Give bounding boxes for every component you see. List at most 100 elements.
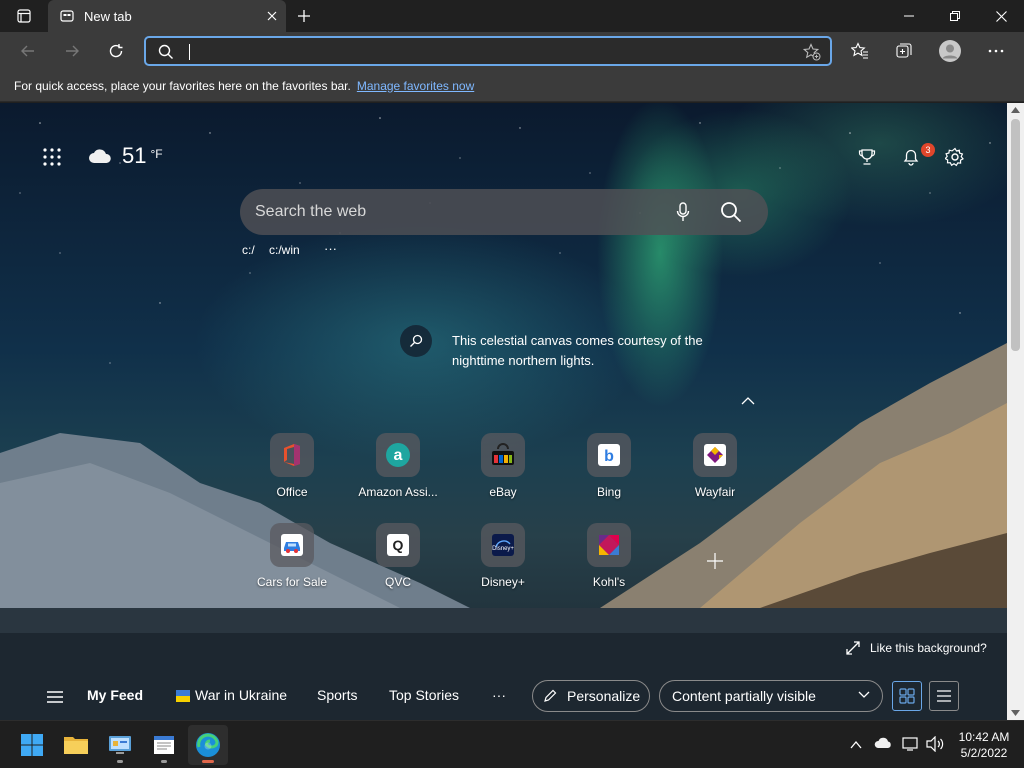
search-icon [721, 202, 742, 223]
tile-bing[interactable]: b Bing [564, 433, 654, 499]
wayfair-icon [693, 433, 737, 477]
favorites-button[interactable] [844, 35, 876, 67]
clock-time: 10:42 AM [958, 730, 1010, 744]
list-view-button[interactable] [929, 681, 959, 711]
notepad-button[interactable] [144, 725, 184, 765]
star-add-icon [803, 43, 821, 61]
page-settings-button[interactable] [939, 141, 971, 173]
tab-actions-button[interactable] [8, 0, 40, 32]
active-indicator [202, 760, 214, 763]
tile-kohls[interactable]: Kohl's [564, 523, 654, 589]
tab-new-tab[interactable]: New tab [48, 0, 286, 32]
close-tab-button[interactable] [258, 2, 286, 30]
add-favorite-button[interactable] [800, 40, 824, 64]
svg-text:Q: Q [393, 537, 404, 553]
tile-label: Wayfair [694, 485, 736, 499]
forward-button[interactable] [56, 35, 88, 67]
weather-temperature: 51 [122, 143, 147, 168]
tile-cars-for-sale[interactable]: Cars for Sale [247, 523, 337, 589]
background-info-button[interactable] [400, 325, 432, 357]
tile-qvc[interactable]: Q QVC [353, 523, 443, 589]
volume-icon[interactable] [926, 736, 944, 752]
like-background-button[interactable]: Like this background? [846, 641, 987, 655]
rewards-button[interactable] [851, 141, 883, 173]
control-panel-button[interactable] [100, 725, 140, 765]
browser-toolbar [0, 32, 1024, 70]
text-cursor [189, 44, 190, 60]
weather-unit: °F [150, 147, 163, 161]
address-input[interactable] [186, 41, 786, 61]
weather-widget[interactable]: 51 °F [88, 143, 163, 169]
content-visibility-dropdown[interactable]: Content partially visible [659, 680, 883, 712]
address-bar[interactable] [144, 36, 832, 66]
feed-tab-my-feed[interactable]: My Feed [87, 687, 143, 703]
personalize-button[interactable]: Personalize [532, 680, 650, 712]
display-icon[interactable] [902, 736, 918, 752]
minimize-button[interactable] [892, 0, 926, 32]
restore-button[interactable] [938, 0, 972, 32]
back-button[interactable] [12, 35, 44, 67]
plus-icon [298, 10, 310, 22]
svg-text:a: a [394, 447, 403, 464]
apps-launcher-button[interactable] [36, 141, 68, 173]
collections-button[interactable] [888, 35, 920, 67]
tile-label: Kohl's [592, 575, 626, 589]
search-icon [410, 334, 423, 347]
ukraine-flag-icon [176, 690, 190, 702]
close-window-button[interactable] [984, 0, 1018, 32]
feed-more-button[interactable]: ··· [492, 687, 506, 703]
feed-tab-top-stories[interactable]: Top Stories [389, 687, 459, 703]
scrollbar-thumb[interactable] [1011, 119, 1020, 351]
search-submit-button[interactable] [720, 201, 746, 223]
window-app-icon [154, 736, 174, 754]
tile-disney-plus[interactable]: Disney+ Disney+ [458, 523, 548, 589]
close-icon [995, 10, 1007, 22]
web-search-box[interactable]: Search the web [240, 189, 768, 235]
voice-search-button[interactable] [676, 201, 698, 223]
feed-tab-war-in-ukraine[interactable]: War in Ukraine [195, 687, 287, 703]
running-indicator [161, 760, 167, 763]
car-icon [270, 523, 314, 567]
onedrive-icon[interactable] [874, 737, 892, 749]
windows-logo-icon [21, 734, 43, 756]
tile-amazon-assistant[interactable]: a Amazon Assi... [353, 433, 443, 499]
start-button[interactable] [12, 725, 52, 765]
tile-office[interactable]: Office [247, 433, 337, 499]
settings-more-button[interactable] [980, 35, 1012, 67]
arrow-right-icon [66, 45, 79, 57]
manage-favorites-link[interactable]: Manage favorites now [357, 79, 474, 93]
refresh-icon [109, 44, 123, 58]
taskbar: 10:42 AM 5/2/2022 [0, 720, 1024, 768]
edge-button[interactable] [188, 725, 228, 765]
ebay-icon [481, 433, 525, 477]
tab-actions-icon [17, 9, 31, 23]
grid-view-button[interactable] [892, 681, 922, 711]
tile-wayfair[interactable]: Wayfair [670, 433, 760, 499]
quick-link[interactable]: c:/win [269, 243, 300, 257]
favorites-bar-message: For quick access, place your favorites h… [14, 78, 351, 93]
office-icon [270, 433, 314, 477]
quick-links-more[interactable]: ··· [324, 241, 337, 256]
feed-navigation: My Feed War in Ukraine Sports Top Storie… [0, 675, 1007, 719]
content-visibility-value: Content partially visible [672, 688, 816, 704]
tile-ebay[interactable]: eBay [458, 433, 548, 499]
chevron-down-icon [858, 691, 870, 698]
show-hidden-icons-button[interactable] [850, 737, 866, 753]
page-scrollbar[interactable] [1007, 103, 1024, 720]
new-tab-button[interactable] [290, 2, 318, 30]
amazon-assistant-icon: a [376, 433, 420, 477]
scroll-up-icon [1011, 107, 1020, 113]
folder-icon [64, 737, 88, 754]
feed-menu-button[interactable] [44, 686, 66, 708]
quick-link[interactable]: c:/ [242, 243, 255, 257]
collapse-tiles-button[interactable] [741, 393, 761, 409]
trophy-icon [858, 149, 876, 165]
file-explorer-button[interactable] [56, 725, 96, 765]
profile-button[interactable] [934, 35, 966, 67]
feed-tab-sports[interactable]: Sports [317, 687, 357, 703]
system-clock[interactable]: 10:42 AM 5/2/2022 [952, 729, 1016, 761]
scroll-down-icon [1011, 710, 1020, 716]
tile-label: eBay [489, 485, 517, 499]
refresh-button[interactable] [100, 35, 132, 67]
add-site-button[interactable] [703, 549, 727, 573]
